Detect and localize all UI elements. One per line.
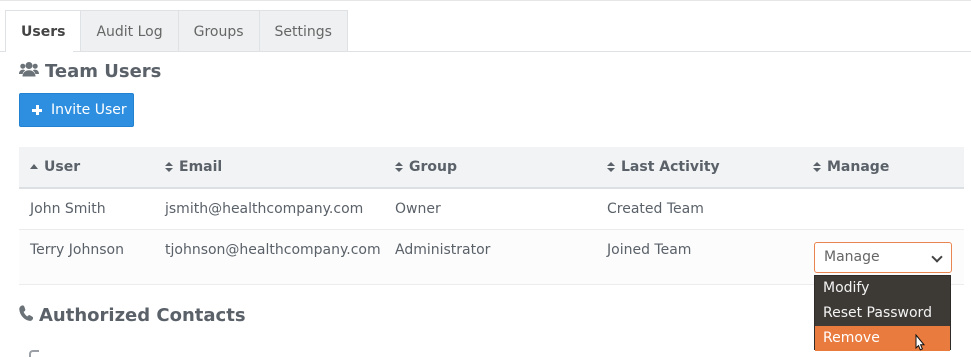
sort-icon [395,162,403,172]
invite-user-button[interactable]: Invite User [19,93,134,127]
tab-groups[interactable]: Groups [178,10,260,52]
manage-select[interactable]: Manage [814,242,952,273]
top-divider [0,0,971,1]
tab-users[interactable]: Users [5,10,82,52]
mouse-pointer-icon [913,334,926,351]
cell-user: John Smith [30,201,106,217]
team-users-heading: Team Users [19,61,161,82]
cell-last-activity: Joined Team [607,242,692,258]
menu-item-remove[interactable]: Remove [815,326,950,351]
column-header-manage[interactable]: Manage [813,147,889,187]
section-icon-partial [29,350,39,357]
phone-icon [19,305,34,326]
sort-ascending-icon [30,163,38,169]
chevron-down-icon [931,251,943,263]
team-users-title: Team Users [45,61,162,82]
table-header: User Email Group Last Activity Manage [19,147,964,189]
cell-email: jsmith@healthcompany.com [165,201,364,217]
manage-select-value: Manage [824,249,880,265]
column-header-user[interactable]: User [30,147,80,187]
manage-dropdown-menu: Modify Reset Password Remove [814,275,951,351]
cell-group: Owner [395,201,441,217]
tab-bar: Users Audit Log Groups Settings [5,10,348,52]
column-header-last-activity[interactable]: Last Activity [607,147,720,187]
plus-icon [32,105,42,115]
cell-user: Terry Johnson [30,242,124,258]
cell-group: Administrator [395,242,491,258]
menu-item-reset-password[interactable]: Reset Password [815,301,950,326]
menu-item-modify[interactable]: Modify [815,276,950,301]
authorized-contacts-heading: Authorized Contacts [19,305,246,326]
tab-audit-log[interactable]: Audit Log [81,10,179,52]
sort-icon [813,162,821,172]
table-row: John Smith jsmith@healthcompany.com Owne… [19,189,964,230]
authorized-contacts-title: Authorized Contacts [39,305,246,326]
sort-icon [165,162,173,172]
invite-user-label: Invite User [51,102,127,118]
cell-last-activity: Created Team [607,201,704,217]
column-header-email[interactable]: Email [165,147,222,187]
tab-bar-underline [0,51,971,52]
tab-settings[interactable]: Settings [259,10,348,52]
sort-icon [607,162,615,172]
users-icon [19,61,39,82]
column-header-group[interactable]: Group [395,147,457,187]
cell-email: tjohnson@healthcompany.com [165,242,381,258]
